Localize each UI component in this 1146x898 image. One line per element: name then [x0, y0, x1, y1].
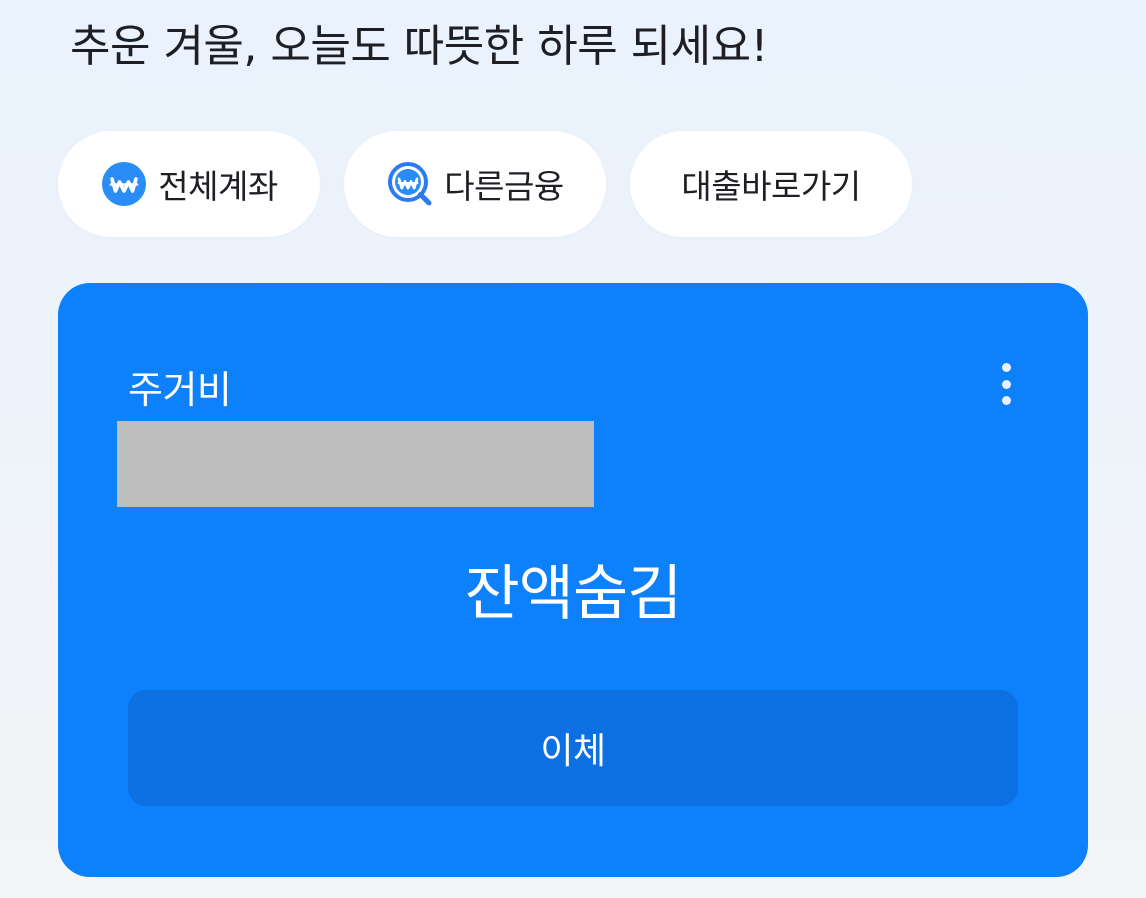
account-name: 주거비 — [128, 368, 232, 412]
hidden-balance-text[interactable]: 잔액숨김 — [58, 545, 1088, 632]
loan-shortcut-label: 대출바로가기 — [681, 167, 861, 206]
loan-shortcut-button[interactable]: 대출바로가기 — [630, 131, 912, 237]
transfer-button-label: 이체 — [540, 731, 606, 772]
all-accounts-label: 전체계좌 — [158, 167, 278, 206]
greeting-text: 추운 겨울, 오늘도 따뜻한 하루 되세요! — [70, 21, 768, 72]
account-card[interactable]: 주거비 잔액숨김 이체 — [58, 283, 1088, 877]
more-vertical-icon[interactable] — [988, 359, 1024, 409]
other-finance-button[interactable]: 다른금융 — [344, 131, 606, 237]
quick-menu-chips: 전체계좌 다른금융 대출바로가기 — [58, 131, 912, 237]
won-coin-icon — [100, 160, 148, 208]
won-search-icon — [386, 160, 434, 208]
all-accounts-button[interactable]: 전체계좌 — [58, 131, 320, 237]
other-finance-label: 다른금융 — [444, 167, 564, 206]
masked-account-number — [117, 421, 594, 507]
transfer-button[interactable]: 이체 — [128, 690, 1018, 806]
